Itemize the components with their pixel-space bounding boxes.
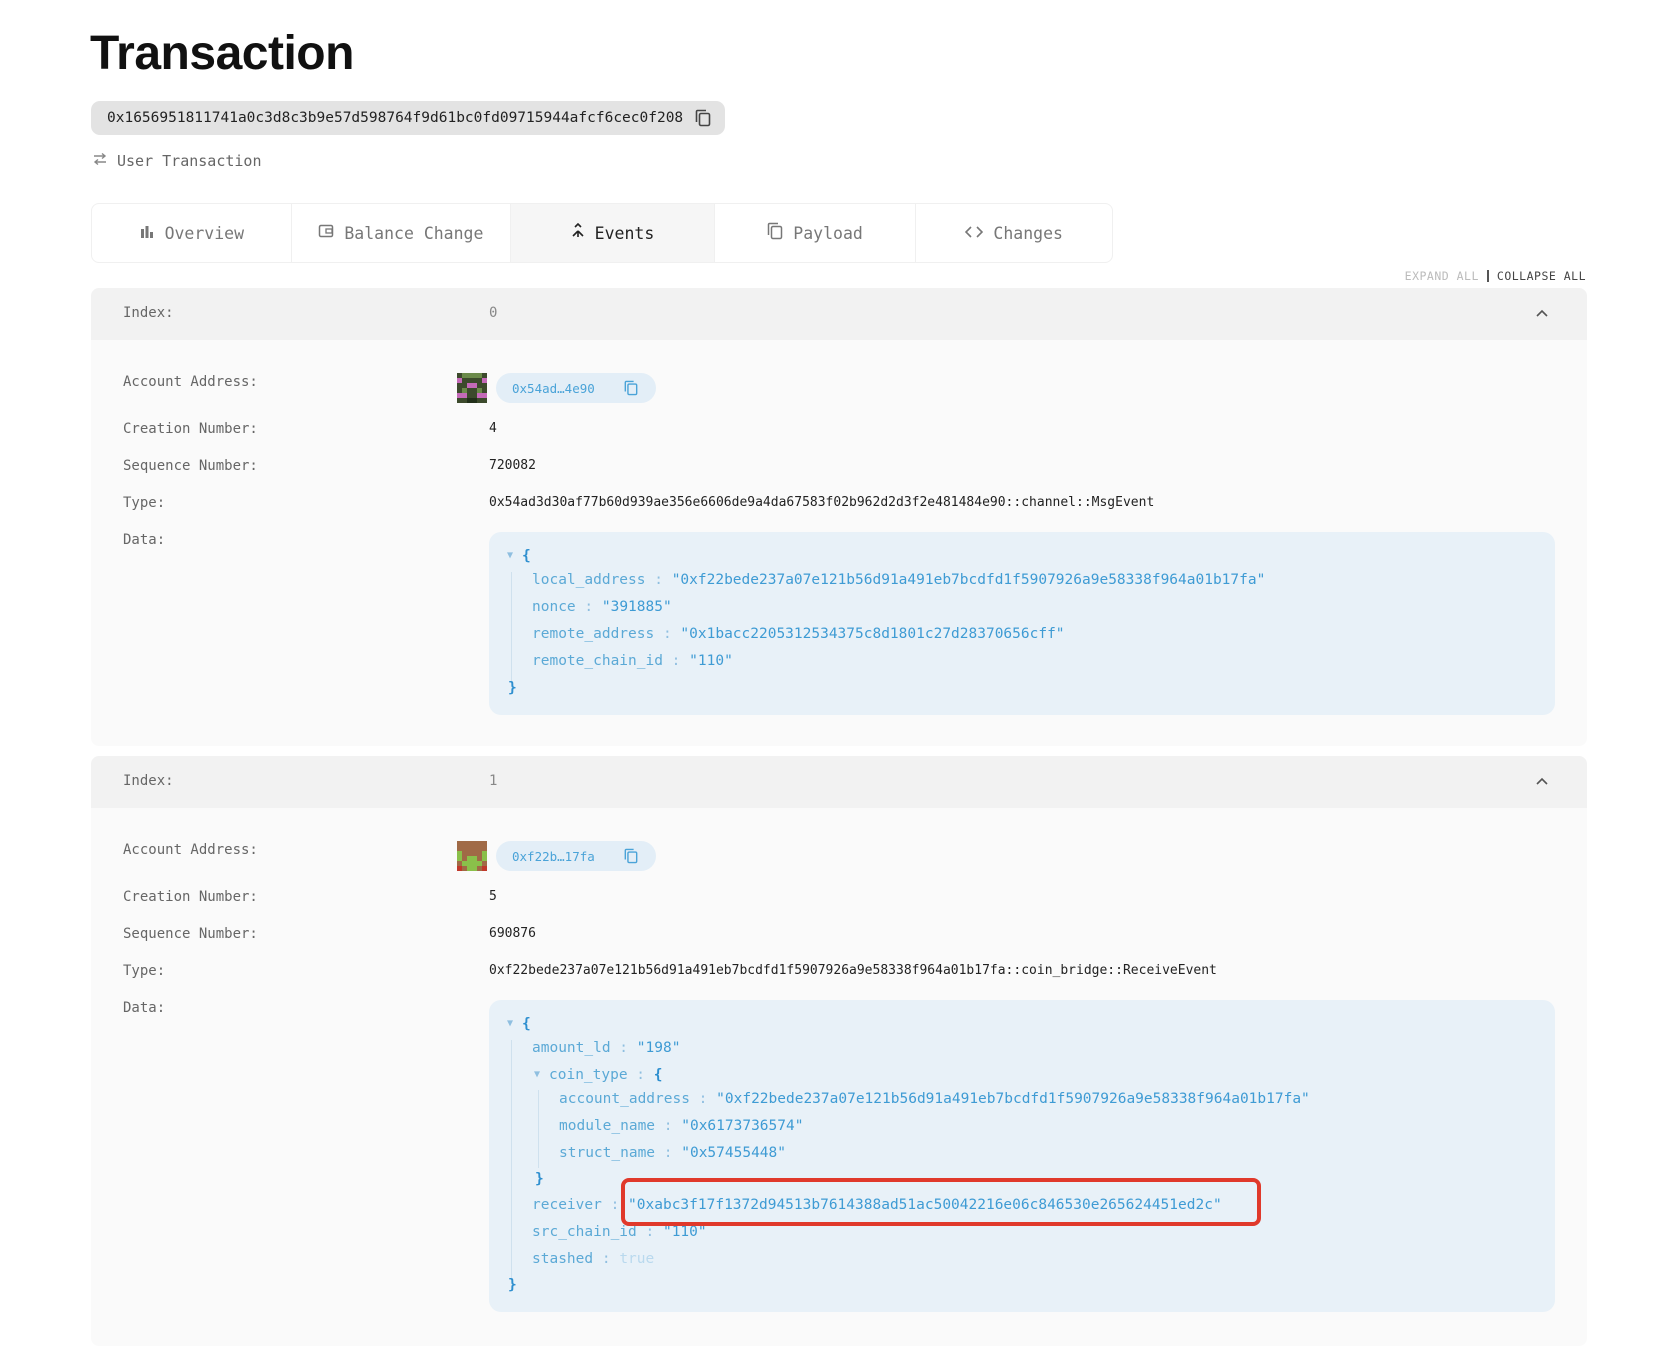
swap-arrows-icon (92, 152, 108, 170)
receiver-highlight-box (621, 1178, 1261, 1226)
sequence-number-value: 690876 (489, 926, 536, 941)
creation-number-value: 4 (489, 421, 497, 436)
json-close-brace: } (535, 1171, 544, 1187)
page-title: Transaction (90, 27, 354, 80)
event-card: Index: 0 Account Address: 0x54ad…4e90 Cr… (91, 288, 1587, 746)
expand-collapse-controls: EXPAND ALL COLLAPSE ALL (1405, 269, 1586, 283)
event-header[interactable]: Index: 0 (91, 288, 1587, 340)
avatar (457, 373, 487, 403)
tab-balance-change-label: Balance Change (344, 223, 484, 243)
merge-icon (571, 222, 585, 243)
json-field: nonce : "391885" (532, 599, 672, 615)
index-value: 0 (489, 305, 498, 321)
tab-events[interactable]: Events (511, 204, 715, 262)
index-value: 1 (489, 773, 498, 789)
account-address-value: 0xf22b…17fa (512, 848, 595, 864)
divider (1486, 270, 1489, 282)
json-field: local_address : "0xf22bede237a07e121b56d… (532, 572, 1266, 588)
type-value: 0xf22bede237a07e121b56d91a491eb7bcdfd1f5… (489, 963, 1217, 978)
tab-events-label: Events (594, 223, 655, 243)
json-field: stashed : true (532, 1251, 655, 1267)
chevron-up-icon[interactable] (1535, 306, 1549, 322)
copy-icon[interactable] (695, 109, 711, 131)
bar-chart-icon (139, 224, 155, 243)
json-viewer: ▼ { amount_ld : "198" ▼ coin_type : { ac… (489, 1000, 1555, 1312)
json-open-brace: { (522, 548, 531, 564)
json-close-brace: } (508, 1277, 517, 1293)
creation-number-value: 5 (489, 889, 497, 904)
transaction-hash: 0x1656951811741a0c3d8c3b9e57d598764f9d61… (91, 101, 725, 135)
account-address-label: Account Address: (123, 842, 258, 858)
tab-balance-change[interactable]: Balance Change (292, 204, 512, 262)
collapse-triangle-icon[interactable]: ▼ (507, 550, 513, 561)
index-label: Index: (123, 773, 174, 789)
type-label: Type: (123, 495, 166, 511)
data-label: Data: (123, 1000, 166, 1016)
sequence-number-value: 720082 (489, 458, 536, 473)
creation-number-label: Creation Number: (123, 421, 258, 437)
tab-payload[interactable]: Payload (715, 204, 917, 262)
json-close-brace: } (508, 680, 517, 696)
collapse-all-button[interactable]: COLLAPSE ALL (1497, 269, 1586, 283)
transaction-hash-text: 0x1656951811741a0c3d8c3b9e57d598764f9d61… (107, 110, 684, 126)
collapse-triangle-icon[interactable]: ▼ (507, 1018, 513, 1029)
account-address-label: Account Address: (123, 374, 258, 390)
json-field: coin_type : { (549, 1067, 663, 1083)
copy-icon[interactable] (624, 380, 638, 399)
account-address-link[interactable]: 0x54ad…4e90 (496, 373, 656, 403)
json-field: src_chain_id : "110" (532, 1224, 707, 1240)
transaction-type-label: User Transaction (117, 152, 262, 170)
json-field: remote_chain_id : "110" (532, 653, 733, 669)
sequence-number-label: Sequence Number: (123, 458, 258, 474)
tab-changes[interactable]: Changes (916, 204, 1112, 262)
copy-icon[interactable] (624, 848, 638, 867)
json-field: module_name : "0x6173736574" (559, 1118, 804, 1134)
account-address-link[interactable]: 0xf22b…17fa (496, 841, 656, 871)
wallet-icon (318, 223, 334, 243)
expand-all-button[interactable]: EXPAND ALL (1405, 269, 1479, 283)
tab-payload-label: Payload (793, 223, 863, 243)
event-card: Index: 1 Account Address: 0xf22b…17fa Cr… (91, 756, 1587, 1346)
index-label: Index: (123, 305, 174, 321)
tab-changes-label: Changes (993, 223, 1063, 243)
json-field: remote_address : "0x1bacc2205312534375c8… (532, 626, 1065, 642)
collapse-triangle-icon[interactable]: ▼ (534, 1069, 540, 1080)
json-open-brace: { (522, 1016, 531, 1032)
copy-icon (767, 222, 783, 244)
code-icon (965, 224, 984, 243)
tab-overview[interactable]: Overview (92, 204, 292, 262)
tab-overview-label: Overview (164, 223, 245, 243)
type-value: 0x54ad3d30af77b60d939ae356e6606de9a4da67… (489, 495, 1155, 510)
type-label: Type: (123, 963, 166, 979)
creation-number-label: Creation Number: (123, 889, 258, 905)
json-field: amount_ld : "198" (532, 1040, 681, 1056)
account-address-value: 0x54ad…4e90 (512, 380, 595, 396)
avatar (457, 841, 487, 871)
event-header[interactable]: Index: 1 (91, 756, 1587, 808)
sequence-number-label: Sequence Number: (123, 926, 258, 942)
json-viewer: ▼ { local_address : "0xf22bede237a07e121… (489, 532, 1555, 715)
chevron-up-icon[interactable] (1535, 774, 1549, 790)
transaction-type: User Transaction (92, 152, 262, 170)
data-label: Data: (123, 532, 166, 548)
json-field: struct_name : "0x57455448" (559, 1145, 786, 1161)
tab-bar: Overview Balance Change Events Payload C… (91, 203, 1113, 263)
json-field: account_address : "0xf22bede237a07e121b5… (559, 1091, 1310, 1107)
